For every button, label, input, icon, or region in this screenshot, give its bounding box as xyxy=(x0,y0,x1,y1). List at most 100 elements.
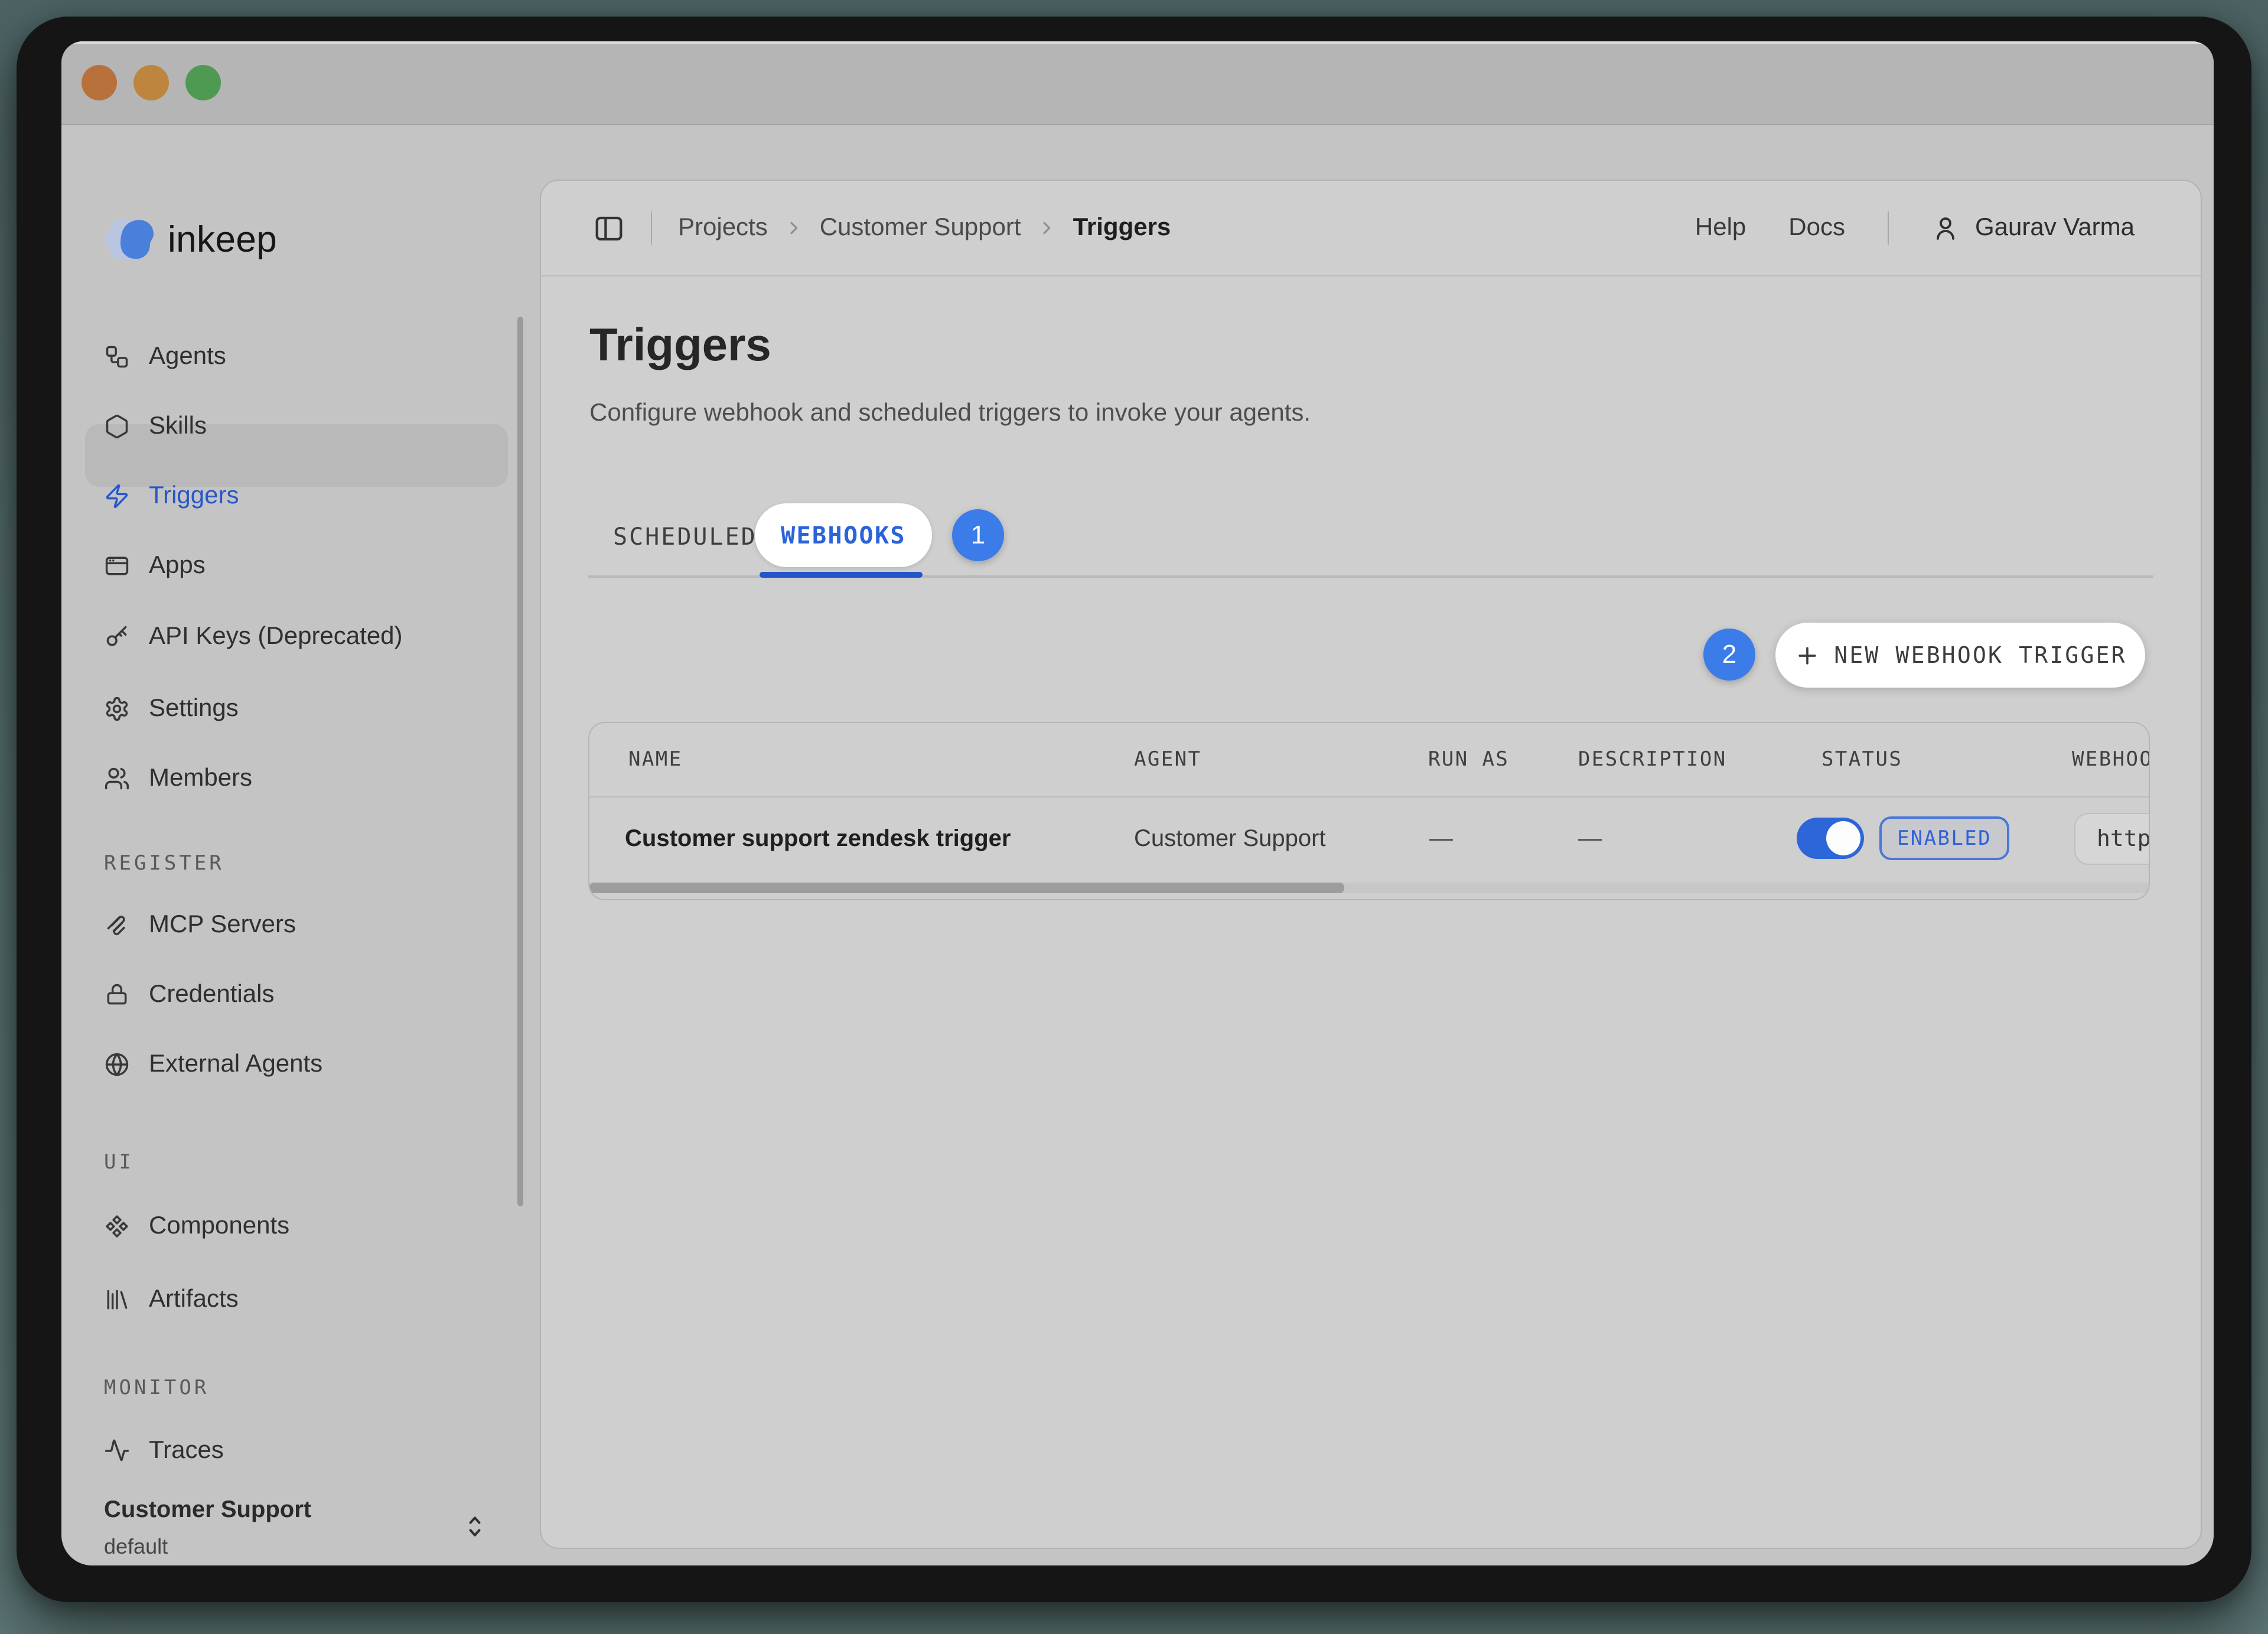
maximize-window-button[interactable] xyxy=(185,65,221,100)
sidebar-item-label: Settings xyxy=(149,695,239,723)
inkeep-logo-text: inkeep xyxy=(168,219,277,261)
new-webhook-trigger-button[interactable]: NEW WEBHOOK TRIGGER xyxy=(1775,623,2145,688)
traces-pulse-icon xyxy=(104,1438,130,1464)
sidebar-item-label: Skills xyxy=(149,412,207,441)
new-webhook-trigger-label: NEW WEBHOOK TRIGGER xyxy=(1834,642,2127,668)
sidebar-item-skills[interactable]: Skills xyxy=(61,396,540,457)
table-row[interactable]: Customer support zendesk trigger Custome… xyxy=(589,796,2149,881)
column-header-run-as: RUN AS xyxy=(1428,723,1509,796)
column-header-description: DESCRIPTION xyxy=(1578,723,1727,796)
tab-scheduled[interactable]: SCHEDULED xyxy=(613,522,757,551)
sidebar-item-external-agents[interactable]: External Agents xyxy=(61,1034,540,1095)
page-title: Triggers xyxy=(589,320,771,372)
minimize-window-button[interactable] xyxy=(133,65,169,100)
desktop-background: inkeep Agents Skills xyxy=(0,0,2268,1634)
help-link[interactable]: Help xyxy=(1695,214,1746,242)
column-header-webhook-url: WEBHOOK URL xyxy=(2072,723,2150,796)
docs-link[interactable]: Docs xyxy=(1788,214,1845,242)
trigger-agent-cell: Customer Support xyxy=(1134,796,1326,881)
members-icon xyxy=(104,766,130,792)
skills-icon xyxy=(104,414,130,440)
main-panel: Projects Customer Support Triggers Help … xyxy=(540,180,2202,1549)
app-window: inkeep Agents Skills xyxy=(17,17,2251,1602)
breadcrumb-projects[interactable]: Projects xyxy=(678,214,768,242)
sidebar-item-label: MCP Servers xyxy=(149,911,296,939)
sidebar-item-label: Apps xyxy=(149,552,206,580)
components-icon xyxy=(104,1213,130,1239)
status-badge: ENABLED xyxy=(1879,816,2009,860)
sidebar-scrollbar[interactable] xyxy=(517,317,523,1206)
sidebar-item-components[interactable]: Components xyxy=(61,1196,540,1257)
column-header-agent: AGENT xyxy=(1134,723,1201,796)
toggle-knob xyxy=(1826,821,1860,855)
sidebar-item-agents[interactable]: Agents xyxy=(61,326,540,388)
tab-webhooks-label: WEBHOOKS xyxy=(781,521,906,549)
table-header-row: NAME AGENT RUN AS DESCRIPTION STATUS WEB… xyxy=(589,723,2149,798)
triggers-table: NAME AGENT RUN AS DESCRIPTION STATUS WEB… xyxy=(588,722,2150,900)
inkeep-logo-icon xyxy=(102,215,158,265)
breadcrumb-triggers: Triggers xyxy=(1073,214,1171,242)
sidebar-item-label: Members xyxy=(149,764,252,793)
user-icon xyxy=(1931,214,1960,242)
mcp-servers-icon xyxy=(104,912,130,938)
api-keys-icon xyxy=(104,624,130,650)
sidebar-item-label: Agents xyxy=(149,343,226,371)
table-horizontal-scrollbar[interactable] xyxy=(589,883,1344,893)
sidebar-section-monitor: MONITOR xyxy=(104,1376,209,1400)
chevron-right-icon xyxy=(784,219,803,237)
agents-icon xyxy=(104,344,130,370)
sidebar-item-label: Traces xyxy=(149,1437,224,1465)
column-header-name: NAME xyxy=(628,723,683,796)
annotation-badge-1: 1 xyxy=(952,509,1004,561)
credentials-lock-icon xyxy=(104,982,130,1008)
sidebar-item-artifacts[interactable]: Artifacts xyxy=(61,1269,540,1330)
breadcrumb: Projects Customer Support Triggers xyxy=(678,214,1171,242)
titlebar xyxy=(61,41,2214,125)
project-switcher[interactable]: Customer Support default xyxy=(61,1497,540,1560)
artifacts-icon xyxy=(104,1287,130,1313)
sidebar-item-label: Credentials xyxy=(149,981,274,1009)
sidebar-toggle-icon[interactable] xyxy=(593,212,625,244)
close-window-button[interactable] xyxy=(82,65,117,100)
sidebar-item-apps[interactable]: Apps xyxy=(61,535,540,597)
active-tab-underline xyxy=(760,572,923,578)
header-divider xyxy=(1888,211,1889,245)
apps-icon xyxy=(104,553,130,579)
main-header: Projects Customer Support Triggers Help … xyxy=(541,181,2201,276)
header-divider xyxy=(651,211,652,245)
inkeep-logo[interactable]: inkeep xyxy=(102,213,277,267)
sidebar-item-label: Artifacts xyxy=(149,1285,239,1314)
external-agents-globe-icon xyxy=(104,1052,130,1078)
breadcrumb-customer-support[interactable]: Customer Support xyxy=(820,214,1021,242)
plus-icon xyxy=(1794,642,1820,668)
app-shell: inkeep Agents Skills xyxy=(61,125,2214,1565)
tab-webhooks[interactable]: WEBHOOKS xyxy=(755,503,932,567)
sidebar-item-credentials[interactable]: Credentials xyxy=(61,964,540,1026)
page-subtitle: Configure webhook and scheduled triggers… xyxy=(589,399,1311,428)
sidebar-item-triggers[interactable]: Triggers xyxy=(61,466,540,527)
column-header-status: STATUS xyxy=(1821,723,1902,796)
sidebar: inkeep Agents Skills xyxy=(61,125,540,1565)
sidebar-item-settings[interactable]: Settings xyxy=(61,678,540,740)
sidebar-item-label: External Agents xyxy=(149,1050,322,1079)
trigger-run-as-cell: — xyxy=(1429,796,1453,881)
sidebar-item-mcp-servers[interactable]: MCP Servers xyxy=(61,894,540,956)
trigger-name-cell: Customer support zendesk trigger xyxy=(625,796,1011,881)
settings-gear-icon xyxy=(104,696,130,722)
window-content: inkeep Agents Skills xyxy=(61,41,2214,1565)
status-toggle[interactable] xyxy=(1797,818,1864,859)
chevrons-up-down-icon xyxy=(462,1511,488,1542)
window-top-highlight xyxy=(61,41,2214,44)
webhook-url-chip[interactable]: https:// xyxy=(2074,813,2150,865)
sidebar-item-traces[interactable]: Traces xyxy=(61,1420,540,1482)
sidebar-item-label: API Keys (Deprecated) xyxy=(149,623,403,651)
sidebar-section-ui: UI xyxy=(104,1151,134,1174)
chevron-right-icon xyxy=(1038,219,1057,237)
sidebar-item-label: Components xyxy=(149,1212,289,1241)
triggers-icon xyxy=(104,483,130,509)
trigger-description-cell: — xyxy=(1578,796,1602,881)
sidebar-item-api-keys[interactable]: API Keys (Deprecated) xyxy=(61,606,540,668)
user-name: Gaurav Varma xyxy=(1975,214,2135,242)
sidebar-item-members[interactable]: Members xyxy=(61,748,540,809)
user-menu[interactable]: Gaurav Varma xyxy=(1931,214,2135,242)
